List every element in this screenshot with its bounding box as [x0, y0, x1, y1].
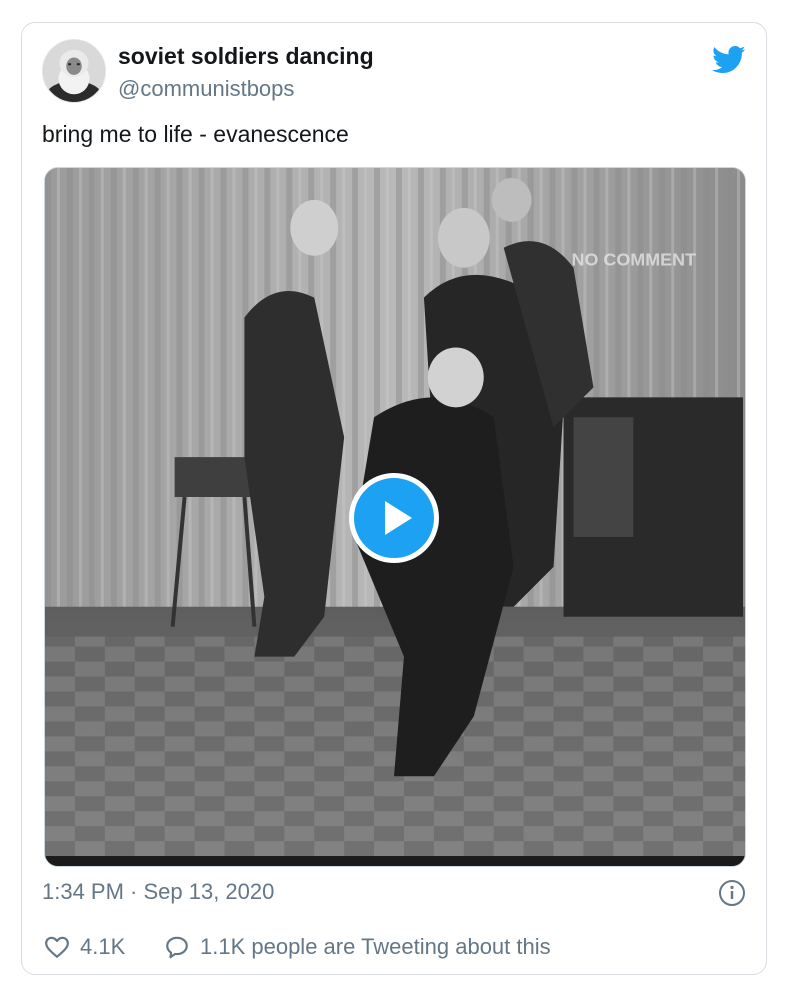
tweeting-about-text: 1.1K people are Tweeting about this [200, 934, 551, 959]
play-icon [385, 501, 412, 535]
avatar-portrait [43, 40, 105, 102]
video-player[interactable]: NO COMMENT [44, 167, 746, 867]
like-button[interactable]: 4.1K [44, 931, 125, 963]
tweeting-about-link[interactable]: 1.1K people are Tweeting about this [164, 931, 551, 963]
speech-bubble-icon [166, 936, 188, 959]
tweet-timestamp[interactable]: 1:34 PM · Sep 13, 2020 [42, 879, 274, 905]
info-icon[interactable] [718, 879, 746, 907]
author-handle[interactable]: @communistbops [118, 76, 294, 102]
avatar[interactable] [42, 39, 106, 103]
tweet-actions: 4.1K 1.1K people are Tweeting about this [42, 931, 746, 963]
video-watermark: NO COMMENT [571, 250, 696, 270]
tweet-card: soviet soldiers dancing @communistbops b… [21, 22, 767, 975]
like-count: 4.1K [80, 934, 126, 959]
twitter-bird-icon[interactable] [712, 45, 746, 75]
heart-icon [45, 936, 69, 958]
author-name[interactable]: soviet soldiers dancing [118, 43, 374, 70]
tweet-header: soviet soldiers dancing @communistbops [42, 39, 746, 109]
tweet-text: bring me to life - evanescence [42, 121, 349, 147]
play-button[interactable] [349, 473, 439, 563]
